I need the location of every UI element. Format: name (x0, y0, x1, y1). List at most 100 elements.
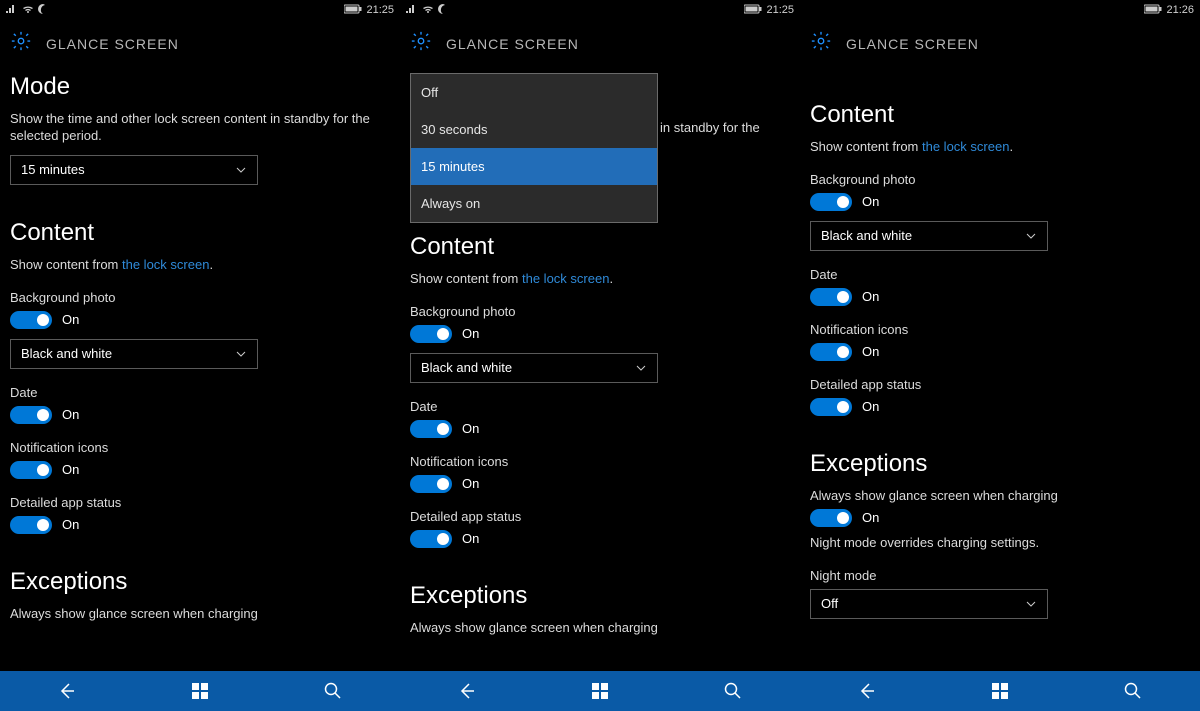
content-description: Show content from the lock screen. (810, 139, 1190, 156)
mode-option-off[interactable]: Off (411, 74, 657, 111)
notif-label: Notification icons (10, 440, 390, 455)
lock-screen-link[interactable]: the lock screen (922, 139, 1009, 154)
wifi-icon (422, 4, 434, 17)
lock-screen-link[interactable]: the lock screen (122, 257, 209, 272)
chevron-down-icon (1025, 598, 1037, 610)
detail-toggle[interactable] (810, 398, 852, 416)
exc-charge-toggle-value: On (862, 510, 879, 525)
status-time: 21:26 (1166, 4, 1194, 16)
bgphoto-toggle-value: On (62, 312, 79, 327)
gear-icon (10, 30, 32, 57)
screen-3: 21:26 GLANCE SCREEN Content Show content… (800, 0, 1200, 671)
moon-icon (38, 4, 48, 17)
photo-mode-select[interactable]: Black and white (810, 221, 1048, 251)
start-button[interactable] (180, 671, 220, 711)
screen-1: 21:25 GLANCE SCREEN Mode Show the time a… (0, 0, 400, 671)
photo-mode-value: Black and white (21, 346, 112, 361)
detail-label: Detailed app status (410, 509, 790, 524)
title-bar: GLANCE SCREEN (800, 20, 1200, 69)
mode-select[interactable]: 15 minutes (10, 155, 258, 185)
status-bar: 21:26 (800, 0, 1200, 20)
moon-icon (438, 4, 448, 17)
back-button[interactable] (447, 671, 487, 711)
bgphoto-toggle[interactable] (10, 311, 52, 329)
battery-icon (744, 4, 762, 17)
mode-description: Show the time and other lock screen cont… (10, 111, 390, 145)
back-button[interactable] (47, 671, 87, 711)
search-button[interactable] (1113, 671, 1153, 711)
search-button[interactable] (313, 671, 353, 711)
bgphoto-toggle[interactable] (810, 193, 852, 211)
status-time: 21:25 (766, 4, 794, 16)
exceptions-heading: Exceptions (410, 582, 790, 610)
date-toggle[interactable] (810, 288, 852, 306)
date-toggle-value: On (62, 407, 79, 422)
status-bar: 21:25 (0, 0, 400, 20)
lock-screen-link[interactable]: the lock screen (522, 271, 609, 286)
notif-toggle-value: On (862, 344, 879, 359)
photo-mode-select[interactable]: Black and white (10, 339, 258, 369)
notif-toggle[interactable] (810, 343, 852, 361)
exc-charge-label: Always show glance screen when charging (10, 606, 390, 623)
bgphoto-toggle-value: On (462, 326, 479, 341)
nav-bar (0, 671, 1200, 711)
chevron-down-icon (1025, 230, 1037, 242)
mode-dropdown-open[interactable]: Off 30 seconds 15 minutes Always on (410, 73, 658, 223)
notif-toggle[interactable] (410, 475, 452, 493)
notif-label: Notification icons (810, 322, 1190, 337)
notif-toggle-value: On (462, 476, 479, 491)
screen-2: 21:25 GLANCE SCREEN in standby for the O… (400, 0, 800, 671)
mode-select-value: 15 minutes (21, 162, 85, 177)
status-time: 21:25 (366, 4, 394, 16)
bgphoto-toggle[interactable] (410, 325, 452, 343)
content-heading: Content (410, 233, 790, 261)
status-bar: 21:25 (400, 0, 800, 20)
mode-option-15m[interactable]: 15 minutes (411, 148, 657, 185)
page-title: GLANCE SCREEN (446, 36, 579, 52)
detail-label: Detailed app status (10, 495, 390, 510)
chevron-down-icon (235, 348, 247, 360)
exceptions-heading: Exceptions (810, 450, 1190, 478)
gear-icon (410, 30, 432, 57)
detail-toggle[interactable] (10, 516, 52, 534)
chevron-down-icon (635, 362, 647, 374)
date-toggle[interactable] (410, 420, 452, 438)
wifi-icon (22, 4, 34, 17)
detail-toggle[interactable] (410, 530, 452, 548)
night-label: Night mode (810, 568, 1190, 583)
mode-option-always[interactable]: Always on (411, 185, 657, 222)
bgphoto-label: Background photo (410, 304, 790, 319)
exc-charge-toggle[interactable] (810, 509, 852, 527)
exc-note: Night mode overrides charging settings. (810, 535, 1190, 552)
signal-icon (406, 4, 418, 17)
date-label: Date (810, 267, 1190, 282)
exc-charge-label: Always show glance screen when charging (410, 620, 790, 637)
page-title: GLANCE SCREEN (846, 36, 979, 52)
mode-option-30s[interactable]: 30 seconds (411, 111, 657, 148)
detail-toggle-value: On (62, 517, 79, 532)
photo-mode-select[interactable]: Black and white (410, 353, 658, 383)
search-button[interactable] (713, 671, 753, 711)
bgphoto-toggle-value: On (862, 194, 879, 209)
date-toggle-value: On (862, 289, 879, 304)
date-label: Date (10, 385, 390, 400)
date-toggle[interactable] (10, 406, 52, 424)
battery-icon (1144, 4, 1162, 17)
title-bar: GLANCE SCREEN (400, 20, 800, 69)
content-heading: Content (810, 101, 1190, 129)
detail-toggle-value: On (862, 399, 879, 414)
bgphoto-label: Background photo (10, 290, 390, 305)
start-button[interactable] (980, 671, 1020, 711)
photo-mode-value: Black and white (821, 228, 912, 243)
detail-label: Detailed app status (810, 377, 1190, 392)
chevron-down-icon (235, 164, 247, 176)
back-button[interactable] (847, 671, 887, 711)
mode-heading: Mode (10, 73, 390, 101)
notif-toggle[interactable] (10, 461, 52, 479)
notif-toggle-value: On (62, 462, 79, 477)
start-button[interactable] (580, 671, 620, 711)
date-toggle-value: On (462, 421, 479, 436)
content-description: Show content from the lock screen. (410, 271, 790, 288)
date-label: Date (410, 399, 790, 414)
night-mode-select[interactable]: Off (810, 589, 1048, 619)
